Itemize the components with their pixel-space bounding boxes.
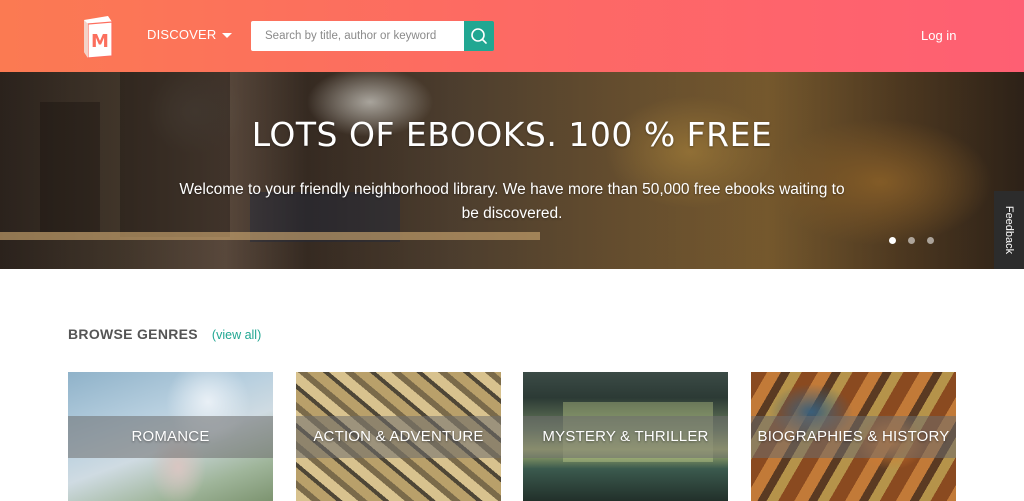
search-icon: [471, 28, 487, 44]
svg-text:M: M: [91, 31, 109, 52]
book-logo-icon: M: [84, 16, 113, 59]
top-header: M DISCOVER Log in: [0, 0, 1024, 72]
genre-label: BIOGRAPHIES & HISTORY: [757, 428, 950, 445]
hero-banner: [0, 72, 1024, 269]
section-title: BROWSE GENRES: [68, 326, 198, 342]
discover-menu[interactable]: DISCOVER: [147, 27, 232, 42]
genre-card-biographies-history[interactable]: BIOGRAPHIES & HISTORY: [751, 372, 956, 501]
hero-title: LOTS OF EBOOKS. 100 % FREE: [251, 115, 773, 154]
feedback-label: Feedback: [1003, 205, 1015, 255]
genres-header: BROWSE GENRES (view all): [68, 326, 261, 342]
genre-label: MYSTERY & THRILLER: [542, 428, 709, 445]
carousel-dots: [889, 237, 934, 244]
genre-label: ROMANCE: [131, 428, 210, 445]
hero-subtitle: Welcome to your friendly neighborhood li…: [179, 181, 845, 222]
genre-card-mystery-thriller[interactable]: MYSTERY & THRILLER: [523, 372, 728, 501]
carousel-dot[interactable]: [889, 237, 896, 244]
chevron-down-icon: [221, 33, 232, 38]
genre-label: ACTION & ADVENTURE: [313, 428, 484, 445]
feedback-tab[interactable]: Feedback: [994, 191, 1024, 269]
search-input[interactable]: [251, 21, 464, 51]
carousel-dot[interactable]: [908, 237, 915, 244]
search-bar: [251, 21, 494, 51]
hero-bg-shelf: [0, 232, 540, 240]
discover-label: DISCOVER: [147, 27, 217, 42]
login-link[interactable]: Log in: [921, 28, 956, 43]
search-button[interactable]: [464, 21, 494, 51]
genre-card-romance[interactable]: ROMANCE: [68, 372, 273, 501]
site-logo[interactable]: M: [78, 12, 118, 60]
genre-card-action-adventure[interactable]: ACTION & ADVENTURE: [296, 372, 501, 501]
carousel-dot[interactable]: [927, 237, 934, 244]
view-all-link[interactable]: (view all): [212, 328, 261, 342]
